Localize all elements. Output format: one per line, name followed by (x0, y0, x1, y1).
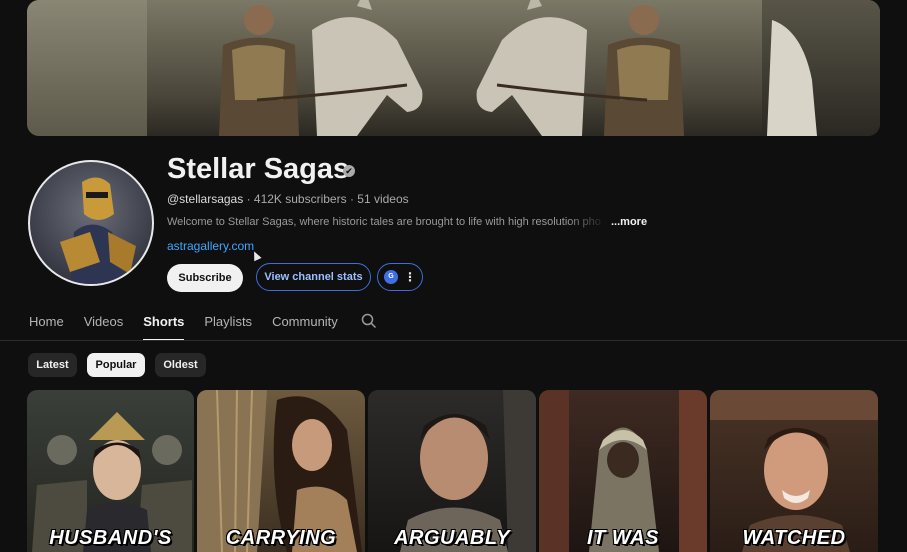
verified-icon: ✔ (343, 165, 355, 177)
short-caption: HUSBAND'S (49, 527, 172, 549)
more-link[interactable]: ...more (611, 216, 647, 228)
chip-latest[interactable]: Latest (28, 353, 77, 377)
channel-tabs: Home Videos Shorts Playlists Community (29, 314, 358, 341)
short-card[interactable]: HUSBAND'S (27, 390, 194, 552)
chip-oldest[interactable]: Oldest (155, 353, 206, 377)
more-options-icon: ⋮ (404, 270, 416, 284)
channel-handle: @stellarsagas (167, 192, 244, 206)
short-caption: IT WAS (587, 527, 659, 549)
short-caption: WATCHED (742, 527, 846, 549)
avatar-artwork (60, 177, 136, 284)
short-caption: ARGUABLY (394, 527, 510, 549)
channel-meta: @stellarsagas · 412K subscribers · 51 vi… (167, 192, 409, 206)
tab-shorts[interactable]: Shorts (143, 314, 185, 341)
short-card[interactable]: WATCHED (710, 390, 878, 552)
tabs-divider (0, 340, 907, 341)
channel-description[interactable]: Welcome to Stellar Sagas, where historic… (167, 216, 607, 228)
short-card[interactable]: ARGUABLY (368, 390, 536, 552)
view-channel-stats-button[interactable]: View channel stats (256, 263, 371, 291)
short-card[interactable]: IT WAS (539, 390, 707, 552)
chip-popular[interactable]: Popular (87, 353, 145, 377)
tab-home[interactable]: Home (29, 314, 64, 340)
tab-playlists[interactable]: Playlists (204, 314, 252, 340)
search-icon[interactable] (361, 313, 377, 329)
mouse-cursor-icon (250, 249, 262, 262)
tab-community[interactable]: Community (272, 314, 338, 340)
tab-videos[interactable]: Videos (84, 314, 124, 340)
subscribe-button[interactable]: Subscribe (167, 264, 243, 292)
channel-tools-button[interactable]: G ⋮ (377, 263, 423, 291)
g-icon: G (384, 270, 398, 284)
channel-banner (27, 0, 880, 136)
channel-name: Stellar Sagas (167, 153, 350, 185)
website-link[interactable]: astragallery.com (167, 239, 254, 253)
short-caption: CARRYING (225, 527, 337, 549)
short-card[interactable]: CARRYING (197, 390, 365, 552)
banner-artwork (219, 0, 817, 136)
channel-stats: · 412K subscribers · 51 videos (246, 192, 409, 206)
channel-avatar[interactable] (28, 160, 154, 286)
